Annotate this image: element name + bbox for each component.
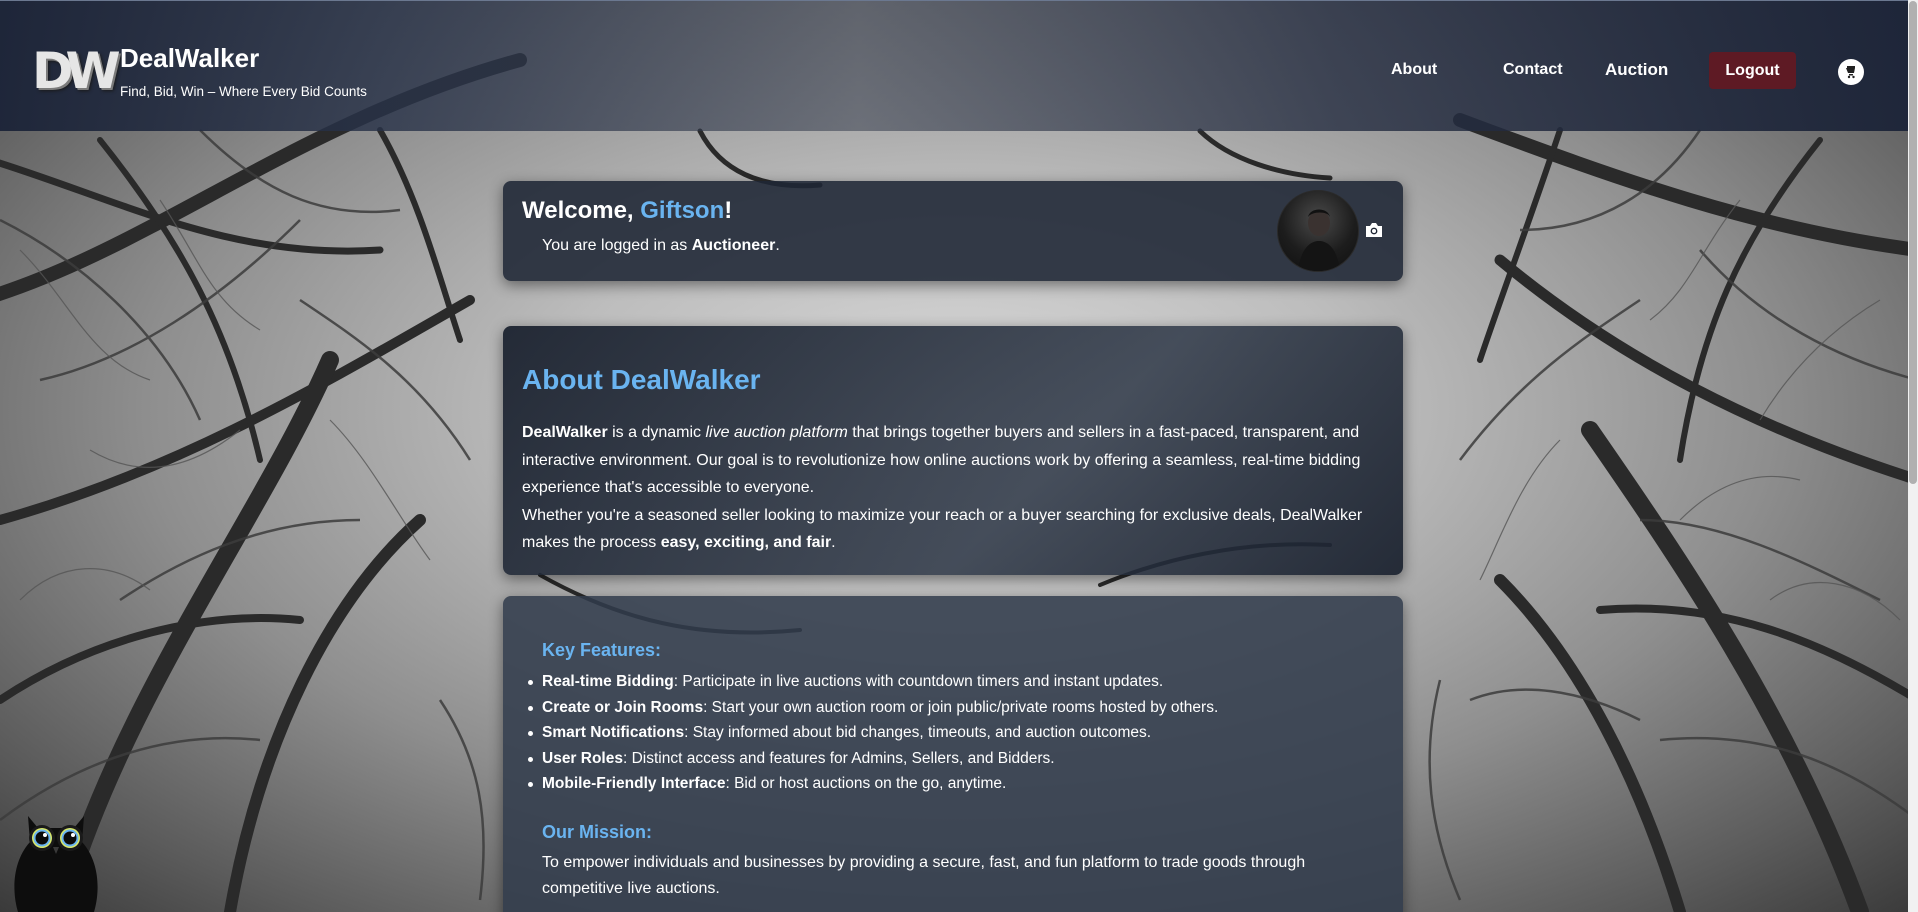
feature-desc: : Start your own auction room or join pu… xyxy=(703,698,1219,716)
feature-title: Create or Join Rooms xyxy=(542,698,704,716)
features-card: Key Features: Real-time Bidding: Partici… xyxy=(503,596,1403,912)
nav-contact-link[interactable]: Contact xyxy=(1503,61,1563,79)
about-card: About DealWalker DealWalker is a dynamic… xyxy=(503,326,1403,575)
list-item: Smart Notifications: Stay informed about… xyxy=(528,720,1382,746)
role-prefix: You are logged in as xyxy=(542,237,692,254)
feature-title: Smart Notifications xyxy=(542,724,685,741)
welcome-suffix: ! xyxy=(724,197,733,224)
feature-desc: : Participate in live auctions with coun… xyxy=(673,673,1164,690)
about-text-end: . xyxy=(831,534,836,551)
nav-auction-link[interactable]: Auction xyxy=(1605,60,1668,80)
welcome-prefix: Welcome, xyxy=(522,197,641,224)
site-header: DW DealWalker Find, Bid, Win – Where Eve… xyxy=(0,0,1908,131)
logout-button[interactable]: Logout xyxy=(1709,52,1796,89)
owl-icon[interactable] xyxy=(10,802,102,912)
list-item: Real-time Bidding: Participate in live a… xyxy=(528,669,1382,695)
features-list: Real-time Bidding: Participate in live a… xyxy=(528,669,1382,797)
brand-name: DealWalker xyxy=(120,43,260,73)
about-title: About DealWalker xyxy=(522,364,761,395)
nav-about-link[interactable]: About xyxy=(1391,61,1437,79)
mission-heading: Our Mission: xyxy=(542,822,653,842)
cart-icon[interactable] xyxy=(1838,59,1864,85)
features-heading: Key Features: xyxy=(542,640,662,660)
avatar[interactable] xyxy=(1277,190,1359,272)
about-text-1: is a dynamic xyxy=(607,424,706,441)
welcome-card: Welcome, Giftson! You are logged in as A… xyxy=(503,181,1403,281)
feature-title: User Roles xyxy=(542,749,623,767)
page-scrollbar[interactable] xyxy=(1908,0,1918,912)
camera-icon[interactable] xyxy=(1363,221,1385,239)
brand-tagline: Find, Bid, Win – Where Every Bid Counts xyxy=(120,84,367,99)
list-item: Create or Join Rooms: Start your own auc… xyxy=(528,695,1382,721)
about-description: DealWalker is a dynamic live auction pla… xyxy=(522,419,1392,557)
site-logo[interactable]: DW xyxy=(32,45,121,97)
about-bold-2: easy, exciting, and fair xyxy=(660,534,832,551)
list-item: User Roles: Distinct access and features… xyxy=(528,746,1382,772)
welcome-title: Welcome, Giftson! xyxy=(522,197,732,225)
feature-desc: : Distinct access and features for Admin… xyxy=(622,749,1055,767)
feature-title: Mobile-Friendly Interface xyxy=(542,775,726,792)
feature-desc: : Bid or host auctions on the go, anytim… xyxy=(725,775,1007,792)
role-suffix: . xyxy=(775,237,780,254)
about-italic: live auction platform xyxy=(705,424,848,441)
mission-text: To empower individuals and businesses by… xyxy=(542,854,1306,897)
about-brand-bold: DealWalker xyxy=(522,424,608,441)
feature-desc: : Stay informed about bid changes, timeo… xyxy=(684,724,1152,741)
feature-title: Real-time Bidding xyxy=(542,673,674,690)
list-item: Mobile-Friendly Interface: Bid or host a… xyxy=(528,771,1382,797)
scrollbar-thumb[interactable] xyxy=(1909,1,1917,484)
welcome-username: Giftson xyxy=(640,197,725,224)
user-role: Auctioneer xyxy=(691,237,776,254)
login-role-text: You are logged in as Auctioneer. xyxy=(542,237,780,255)
about-text-3: Whether you're a seasoned seller looking… xyxy=(522,506,1363,552)
